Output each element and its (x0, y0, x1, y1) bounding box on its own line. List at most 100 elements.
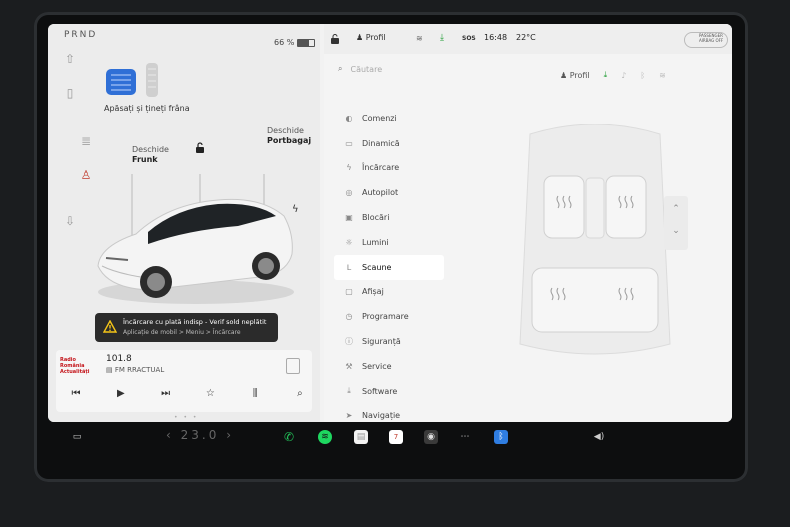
station-text: FM RRACTUAL (114, 366, 165, 374)
temp-decrease-icon[interactable]: ‹ (166, 428, 174, 442)
profile-button[interactable]: ♟ Profil (560, 71, 590, 80)
volume-icon[interactable]: ◀) (592, 430, 606, 444)
bluetooth-app-icon[interactable]: ᛒ (494, 430, 508, 444)
seat-icon: ᒪ (346, 262, 352, 272)
clock: 16:48 (484, 33, 508, 42)
next-track-icon[interactable]: ⏭ (154, 388, 178, 399)
toggle-icon: ◐ (345, 113, 353, 123)
radio-station-logo: Radio România Actualități (60, 357, 90, 375)
settings-menu-label: Service (362, 361, 392, 371)
display-icon: ▢ (345, 287, 353, 297)
media-source-icon[interactable] (286, 358, 300, 374)
brake-pedal-icon (106, 63, 158, 97)
climate-temperature[interactable]: ‹ 23.0 › (166, 428, 234, 442)
battery-level-fill (298, 39, 309, 46)
vehicle-3d-image (97, 174, 294, 304)
frunk-label: Frunk (132, 155, 158, 164)
settings-menu-item[interactable]: ▢ Afișaj (334, 280, 444, 305)
driver-profile[interactable]: ♟ Profil (356, 33, 386, 42)
trunk-action: Deschide (267, 126, 304, 135)
touchscreen: PRND 66 % ⇧ ▯ ≣ ♙ ⇩ Apăsați și țineți fr… (48, 24, 732, 422)
battery-status: 66 % (274, 38, 316, 47)
chevron-down-icon[interactable]: ⌄ (664, 226, 688, 236)
sos-icon[interactable]: SOS (462, 35, 476, 42)
media-controls: ⏮ ▶ ⏭ ☆ ⫼ ⌕ (64, 388, 312, 399)
settings-menu-item[interactable]: ⤓ Software (334, 379, 444, 404)
car-top-icon[interactable]: ▯ (62, 86, 78, 116)
unlock-icon[interactable] (194, 142, 206, 154)
media-search-icon[interactable]: ⌕ (288, 388, 312, 399)
car-icon[interactable]: ▭ (70, 430, 84, 444)
settings-menu-label: Lumini (362, 237, 389, 247)
car-icon: ▭ (345, 138, 353, 148)
cabin-temp-value: 23.0 (180, 428, 220, 442)
download-icon[interactable]: ⤓ (604, 70, 608, 80)
settings-menu-item[interactable]: ◐ Comenzi (334, 106, 444, 131)
shield-icon: ⓘ (345, 337, 353, 347)
wifi-icon[interactable]: ≋ (659, 71, 666, 80)
settings-menu-label: Autopilot (362, 188, 399, 198)
lock-status-icon[interactable] (330, 34, 340, 44)
settings-menu-label: Dinamică (362, 138, 400, 148)
gear-indicator: PRND (64, 30, 98, 40)
settings-menu-label: Software (362, 386, 398, 396)
spotify-icon[interactable]: ≋ (318, 430, 332, 444)
settings-menu-item[interactable]: ◎ Autopilot (334, 180, 444, 205)
warning-icon (103, 320, 117, 333)
settings-menu-item[interactable]: ▭ Dinamică (334, 131, 444, 156)
calendar-icon[interactable]: 7 (389, 430, 403, 444)
settings-search[interactable]: ⌕ Căutare (338, 64, 382, 74)
software-update-icon[interactable]: ⤓ (440, 33, 444, 43)
outside-temperature: 22°C (516, 33, 536, 42)
settings-menu-label: Navigație (362, 411, 401, 421)
bell-icon[interactable]: ♪ (621, 71, 626, 80)
settings-menu-label: Afișaj (362, 287, 384, 297)
open-frunk-button[interactable]: Deschide Frunk (132, 145, 169, 165)
settings-menu-label: Programare (362, 312, 409, 322)
bolt-icon: ϟ (346, 163, 352, 173)
charging-alert[interactable]: Încărcare cu plată indisp - Verif sold n… (95, 313, 278, 342)
settings-menu-label: Comenzi (362, 113, 397, 123)
profile-label: Profil (569, 70, 590, 80)
battery-percent: 66 % (274, 38, 295, 47)
settings-menu-item[interactable]: ➤ Navigație (334, 404, 444, 422)
settings-menu-label: Încărcare (362, 163, 400, 173)
previous-track-icon[interactable]: ⏮ (64, 388, 88, 399)
settings-menu-item[interactable]: ▣ Blocări (334, 205, 444, 230)
trunk-label: Portbagaj (267, 136, 312, 145)
download-icon: ⤓ (347, 386, 351, 396)
bluetooth-icon[interactable]: ᛒ (640, 71, 645, 80)
headlight-icon: ≣ (80, 134, 92, 148)
wrench-icon: ⚒ (345, 361, 353, 371)
equalizer-icon[interactable]: ⫼ (243, 388, 267, 399)
temp-increase-icon[interactable]: › (226, 428, 234, 442)
arrow-down-icon[interactable]: ⇩ (62, 214, 78, 230)
chevron-up-icon[interactable]: ⌃ (664, 204, 688, 214)
open-trunk-button[interactable]: Deschide Portbagaj (267, 126, 311, 146)
phone-icon[interactable]: ✆ (282, 430, 296, 444)
media-player[interactable]: Radio România Actualități 101.8 ▤ FM RRA… (56, 350, 312, 412)
seat-scroll-control[interactable]: ⌃ ⌄ (664, 196, 688, 250)
clock-icon: ◷ (345, 312, 353, 322)
more-apps-icon[interactable]: ⋯ (458, 430, 472, 444)
settings-menu-item[interactable]: ᒪ Scaune (334, 254, 444, 280)
play-icon[interactable]: ▶ (109, 388, 133, 399)
settings-menu-item[interactable]: ☼ Lumini (334, 230, 444, 255)
passenger-airbag-indicator: PASSENGER AIRBAG OFF (684, 32, 728, 48)
battery-icon (297, 38, 316, 47)
favorite-star-icon[interactable]: ☆ (198, 388, 222, 399)
search-input[interactable]: Căutare (350, 65, 382, 74)
settings-menu-label: Scaune (362, 262, 392, 272)
notes-icon[interactable]: ▤ (354, 430, 368, 444)
wifi-status-icon: ≋ (416, 34, 423, 43)
camera-icon[interactable]: ◉ (424, 430, 438, 444)
charge-port-icon[interactable]: ϟ (292, 204, 299, 215)
settings-menu-item[interactable]: ⓘ Siguranță (334, 329, 444, 354)
bottom-dock: ▭ ‹ 23.0 › ✆ ≋ ▤ 7 ◉ ⋯ ᛒ ◀) (48, 424, 732, 452)
settings-menu-item[interactable]: ϟ Încărcare (334, 156, 444, 181)
arrow-up-icon[interactable]: ⇧ (62, 52, 78, 68)
settings-menu-item[interactable]: ⚒ Service (334, 354, 444, 379)
status-bar: ♟ Profil ≋ ⤓ SOS 16:48 22°C PASSENGER AI… (324, 24, 732, 54)
settings-menu-item[interactable]: ◷ Programare (334, 304, 444, 329)
settings-menu-label: Blocări (362, 213, 390, 223)
